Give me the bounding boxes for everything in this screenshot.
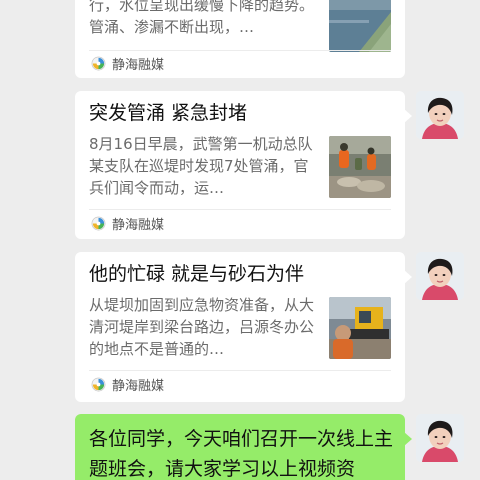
article-description: 行，水位呈现出缓慢下降的趋势。管涌、渗漏不断出现，… bbox=[89, 0, 315, 36]
text-message-bubble[interactable]: 各位同学，今天咱们召开一次线上主题班会，请大家学习以上视频资 bbox=[75, 414, 412, 480]
message-text: 各位同学，今天咱们召开一次线上主题班会，请大家学习以上视频资 bbox=[89, 428, 394, 480]
source-logo-icon bbox=[91, 216, 106, 230]
article-card-3[interactable]: 他的忙碌 就是与砂石为伴 从堤坝加固到应急物资准备，从大清河堤岸到梁台路边，吕源… bbox=[75, 252, 412, 402]
source-logo-icon bbox=[91, 377, 106, 391]
source-name: 静海融媒 bbox=[112, 57, 165, 73]
source-name: 静海融媒 bbox=[112, 217, 165, 233]
excavator-worker-image bbox=[329, 297, 391, 359]
article-thumbnail bbox=[329, 136, 391, 198]
article-title: 他的忙碌 就是与砂石为伴 bbox=[89, 263, 305, 285]
article-thumbnail bbox=[329, 0, 391, 52]
article-source: 静海融媒 bbox=[91, 374, 164, 394]
article-card-2[interactable]: 突发管涌 紧急封堵 8月16日早晨，武警第一机动总队某支队在巡堤时发现7处管涌，… bbox=[75, 91, 412, 239]
card-divider bbox=[89, 370, 391, 371]
card-divider bbox=[89, 50, 391, 51]
user-avatar-icon bbox=[416, 252, 464, 300]
article-title: 突发管涌 紧急封堵 bbox=[89, 102, 248, 124]
sender-avatar[interactable] bbox=[416, 91, 464, 139]
river-embankment-image bbox=[329, 0, 391, 52]
user-avatar-icon bbox=[416, 414, 464, 462]
article-card-1[interactable]: 行，水位呈现出缓慢下降的趋势。管涌、渗漏不断出现，… 静海融媒 bbox=[75, 0, 405, 78]
soldiers-sandbags-image bbox=[329, 136, 391, 198]
article-description: 从堤坝加固到应急物资准备，从大清河堤岸到梁台路边，吕源冬办公的地点不是普通的… bbox=[89, 296, 315, 358]
source-name: 静海融媒 bbox=[112, 378, 165, 394]
sender-avatar[interactable] bbox=[416, 414, 464, 462]
source-logo-icon bbox=[91, 56, 106, 70]
article-source: 静海融媒 bbox=[91, 53, 164, 73]
sender-avatar[interactable] bbox=[416, 252, 464, 300]
article-thumbnail bbox=[329, 297, 391, 359]
article-source: 静海融媒 bbox=[91, 213, 164, 233]
article-description: 8月16日早晨，武警第一机动总队某支队在巡堤时发现7处管涌，官兵们闻令而动，运… bbox=[89, 135, 313, 197]
user-avatar-icon bbox=[416, 91, 464, 139]
card-divider bbox=[89, 209, 391, 210]
